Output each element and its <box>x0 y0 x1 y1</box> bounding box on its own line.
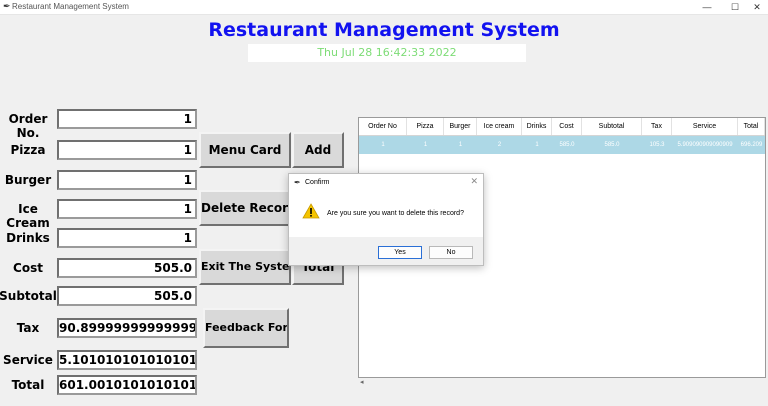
burger-field[interactable]: 1 <box>57 170 197 190</box>
col-order-no[interactable]: Order No <box>359 118 407 135</box>
label-drinks: Drinks <box>6 231 50 245</box>
order-no-field[interactable]: 1 <box>57 109 197 129</box>
col-cost[interactable]: Cost <box>552 118 582 135</box>
app-title: Restaurant Management System <box>208 19 560 41</box>
label-burger: Burger <box>4 173 52 187</box>
cell-subtotal: 585.0 <box>604 142 620 148</box>
label-total: Total <box>11 378 45 392</box>
tk-feather-icon: ✒ <box>294 178 301 187</box>
col-tax[interactable]: Tax <box>642 118 672 135</box>
label-service: Service <box>3 353 53 367</box>
col-subtotal[interactable]: Subtotal <box>582 118 642 135</box>
warning-icon <box>302 203 320 219</box>
tax-field[interactable]: 90.89999999999999 <box>57 318 197 338</box>
menu-card-button[interactable]: Menu Card <box>199 132 291 168</box>
cell-pizza: 1 <box>423 142 428 148</box>
scroll-left-icon[interactable]: ◂ <box>360 378 364 386</box>
tk-feather-icon: ✒ <box>3 1 11 11</box>
confirm-dialog: ✒ Confirm ✕ Are you sure you want to del… <box>288 173 484 266</box>
label-order-no: Order No. <box>8 112 48 140</box>
no-button[interactable]: No <box>429 246 473 259</box>
ice-cream-field[interactable]: 1 <box>57 199 197 219</box>
label-tax: Tax <box>16 321 40 335</box>
yes-button[interactable]: Yes <box>378 246 422 259</box>
window-title: Restaurant Management System <box>12 2 129 11</box>
subtotal-field[interactable]: 505.0 <box>57 286 197 306</box>
total-field[interactable]: 601.0010101010101 <box>57 375 197 395</box>
dialog-close-icon[interactable]: ✕ <box>470 177 478 187</box>
table-header: Order No Pizza Burger Ice cream Drinks C… <box>359 118 765 136</box>
col-total[interactable]: Total <box>738 118 765 135</box>
col-drinks[interactable]: Drinks <box>522 118 552 135</box>
delete-record-button[interactable]: Delete Record <box>199 190 291 226</box>
datetime-display: Thu Jul 28 16:42:33 2022 <box>248 44 526 62</box>
cell-cost: 585.0 <box>559 142 575 148</box>
label-cost: Cost <box>13 261 43 275</box>
cell-burger: 1 <box>458 142 463 148</box>
add-button[interactable]: Add <box>292 132 344 168</box>
col-pizza[interactable]: Pizza <box>407 118 444 135</box>
dialog-titlebar: ✒ Confirm ✕ <box>289 174 483 192</box>
dialog-message: Are you sure you want to delete this rec… <box>327 210 464 217</box>
label-subtotal: Subtotal <box>0 289 57 303</box>
feedback-form-button[interactable]: Feedback Form <box>203 308 289 348</box>
table-row[interactable]: 1 1 1 2 1 585.0 585.0 105.3 5.9090909090… <box>359 136 765 154</box>
cell-drinks: 1 <box>535 142 539 148</box>
cell-total: 696.209 <box>740 142 763 148</box>
col-service[interactable]: Service <box>672 118 738 135</box>
close-window-button[interactable]: ✕ <box>742 0 768 14</box>
service-field[interactable]: 5.101010101010101 <box>57 350 197 370</box>
label-pizza: Pizza <box>10 143 46 157</box>
cell-order-no: 1 <box>381 142 385 148</box>
dialog-body: Are you sure you want to delete this rec… <box>289 192 483 237</box>
window-titlebar: ✒ Restaurant Management System — ☐ ✕ <box>0 0 768 15</box>
cell-ice-cream: 2 <box>497 142 502 148</box>
col-ice-cream[interactable]: Ice cream <box>477 118 522 135</box>
cell-service: 5.909090909090909 <box>677 142 733 148</box>
minimize-button[interactable]: — <box>692 0 722 14</box>
exit-system-button[interactable]: Exit The System <box>199 249 291 285</box>
dialog-title: Confirm <box>305 179 330 186</box>
col-burger[interactable]: Burger <box>444 118 477 135</box>
label-ice-cream: Ice Cream <box>6 202 50 230</box>
cost-field[interactable]: 505.0 <box>57 258 197 278</box>
drinks-field[interactable]: 1 <box>57 228 197 248</box>
cell-tax: 105.3 <box>649 142 665 148</box>
pizza-field[interactable]: 1 <box>57 140 197 160</box>
